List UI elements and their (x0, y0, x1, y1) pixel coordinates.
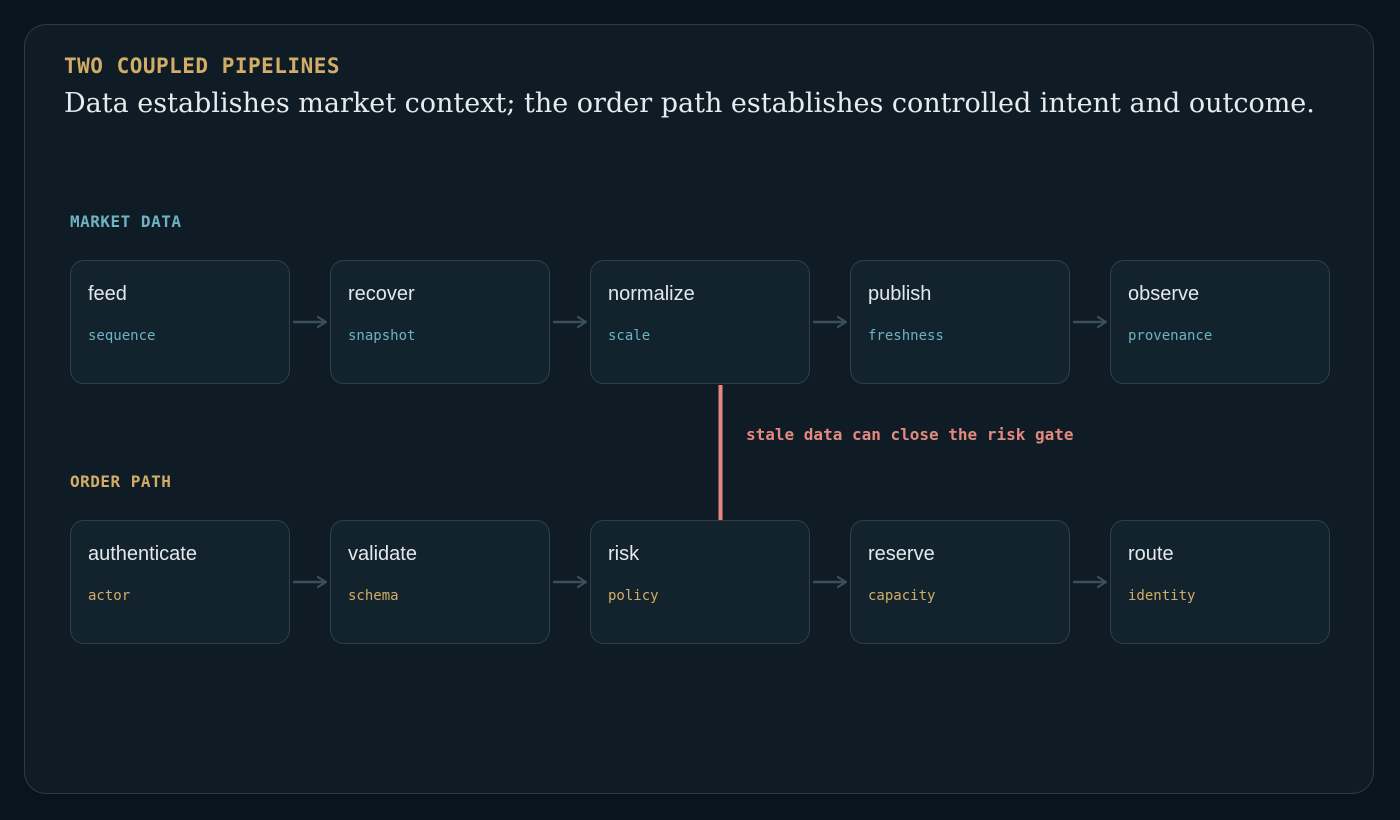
stage-validate: validate schema (330, 520, 550, 644)
connector-layer (293, 0, 1400, 820)
coupling-label: stale data can close the risk gate (746, 425, 1074, 444)
stage-name: route (1128, 543, 1174, 565)
stage-recover: recover snapshot (330, 260, 550, 384)
stage-route: route identity (1110, 520, 1330, 644)
stage-normalize: normalize scale (590, 260, 810, 384)
stage-observe: observe provenance (1110, 260, 1330, 384)
stage-name: feed (88, 283, 127, 305)
stage-name: recover (348, 283, 415, 305)
stage-detail: freshness (868, 328, 944, 344)
stage-detail: policy (608, 588, 659, 604)
stage-detail: actor (88, 588, 131, 604)
stage-name: normalize (608, 283, 695, 305)
stage-publish: publish freshness (850, 260, 1070, 384)
stage-authenticate: authenticate actor (70, 520, 290, 644)
stage-name: publish (868, 283, 932, 305)
stage-risk: risk policy (590, 520, 810, 644)
stage-name: validate (348, 543, 417, 565)
stage-name: authenticate (88, 543, 197, 565)
stage-detail: scale (608, 328, 651, 344)
stage-reserve: reserve capacity (850, 520, 1070, 644)
stage-name: risk (608, 543, 640, 565)
stage-detail: schema (348, 588, 399, 604)
stage-detail: capacity (868, 588, 936, 604)
stage-detail: identity (1128, 588, 1196, 604)
stage-name: observe (1128, 283, 1200, 305)
stage-detail: sequence (88, 328, 156, 344)
stage-detail: provenance (1128, 328, 1213, 344)
stage-detail: snapshot (348, 328, 416, 344)
stage-name: reserve (868, 543, 935, 565)
stage-feed: feed sequence (70, 260, 290, 384)
